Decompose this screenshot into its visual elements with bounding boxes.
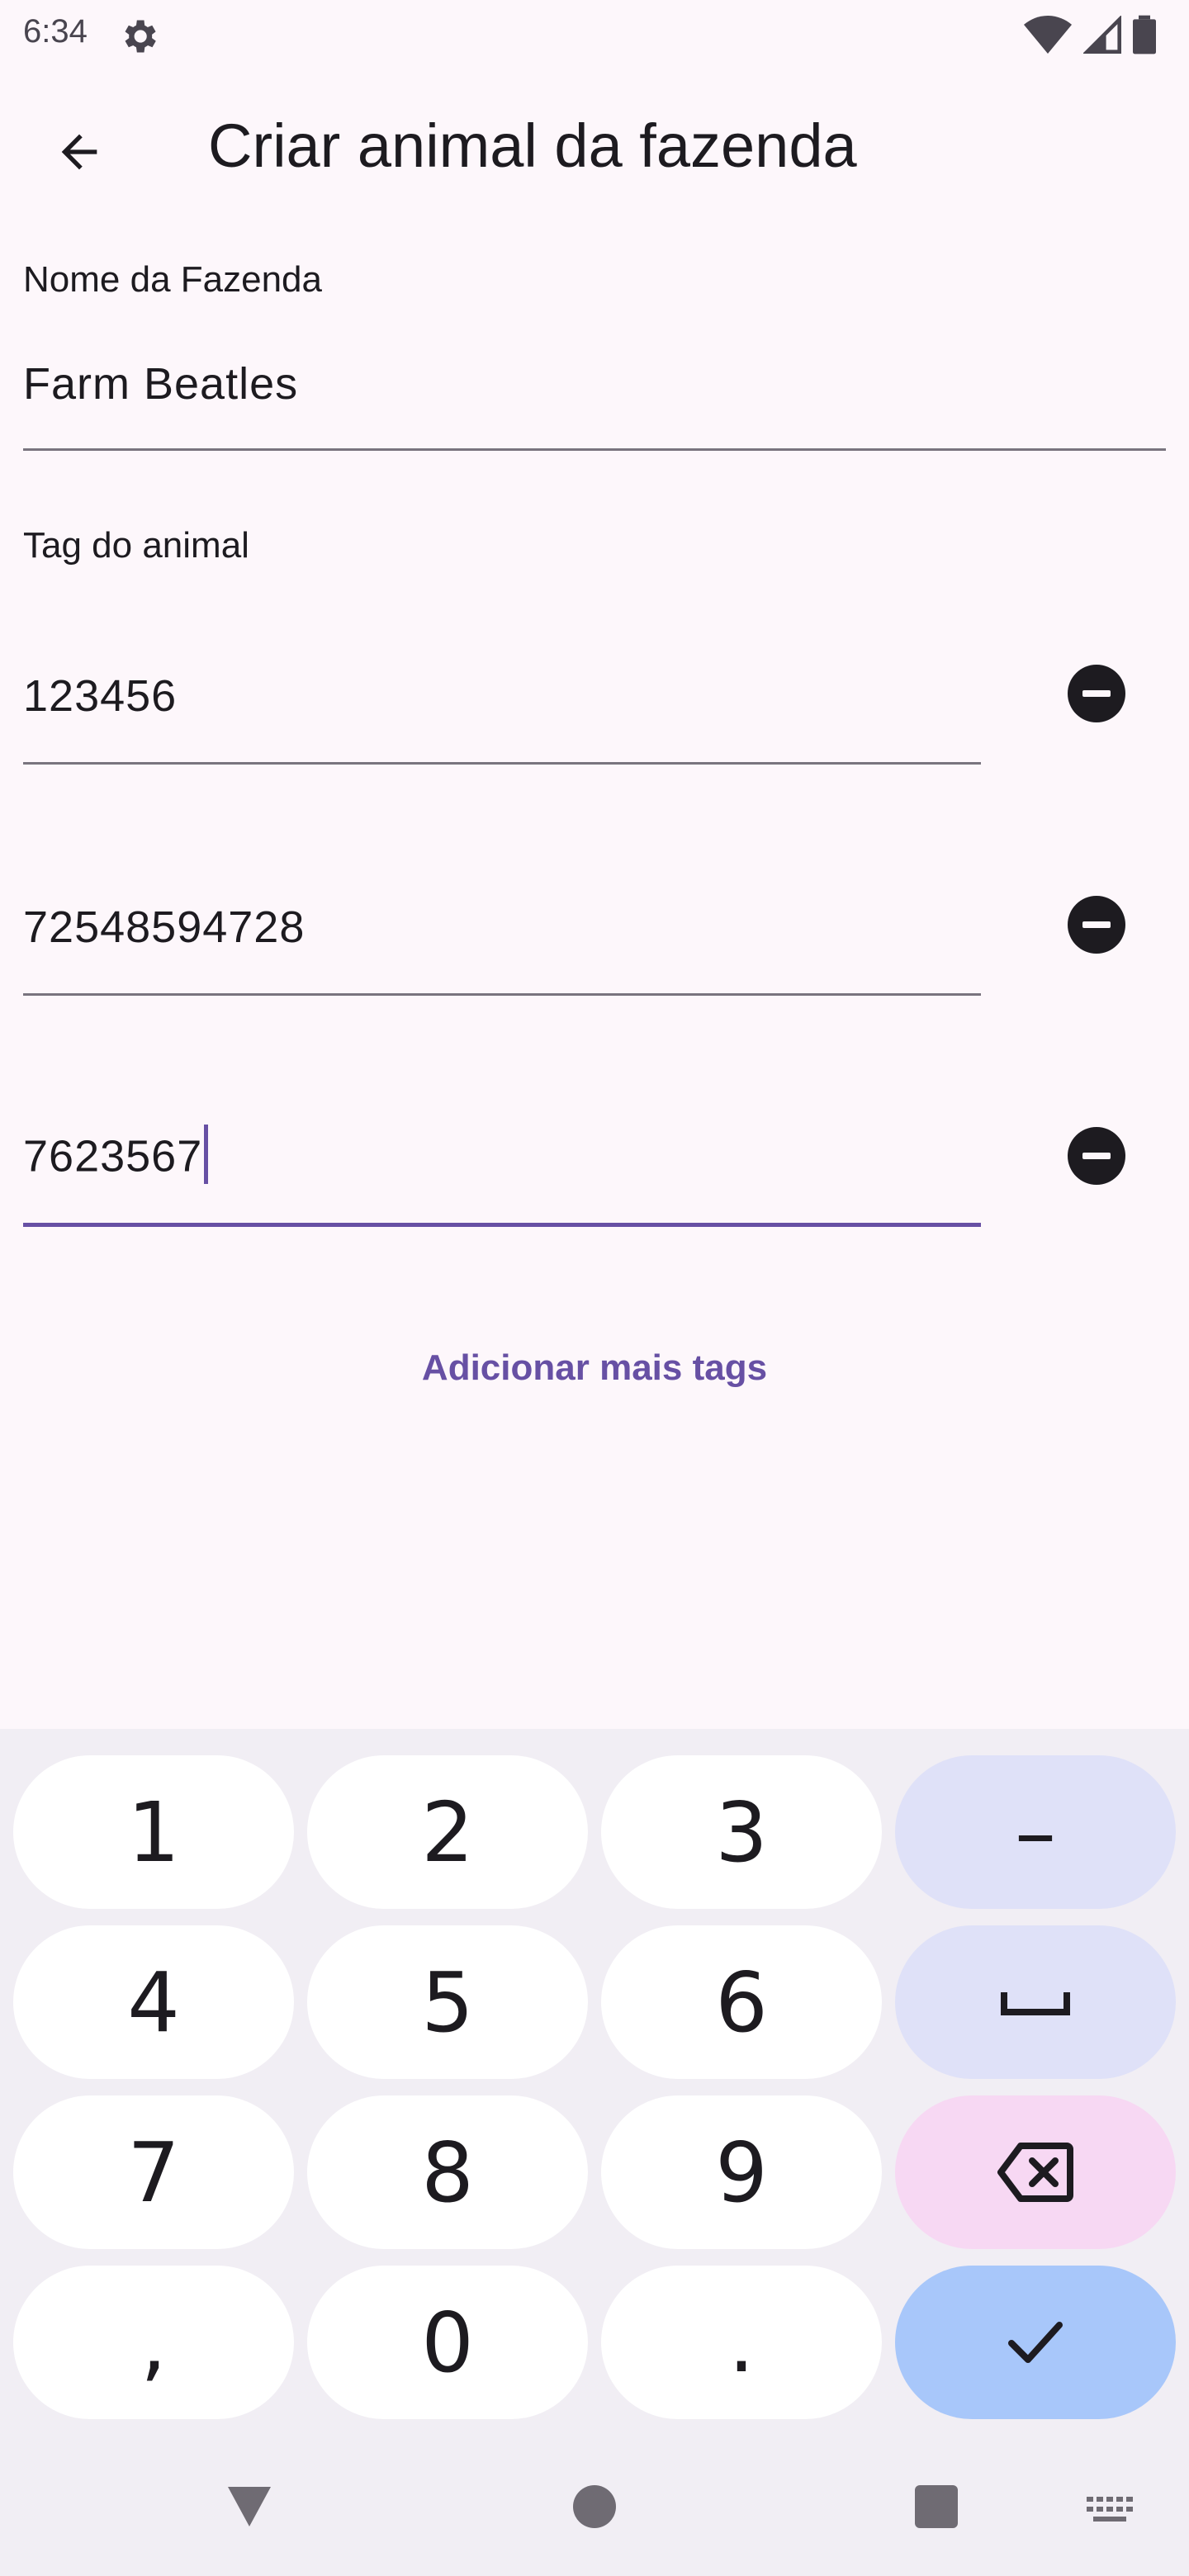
animal-tag-label: Tag do animal — [23, 525, 249, 566]
remove-circle-icon — [1068, 665, 1125, 722]
key-dash[interactable]: – — [895, 1755, 1176, 1909]
key-2[interactable]: 2 — [307, 1755, 588, 1909]
status-bar: 6:34 — [0, 0, 1189, 69]
tag-field-2[interactable]: 72548594728 — [23, 875, 981, 996]
nav-recents-icon[interactable] — [915, 2485, 958, 2528]
keyboard-switch-icon[interactable] — [1087, 2497, 1133, 2523]
space-icon — [1001, 1992, 1070, 2015]
nav-home-icon[interactable] — [573, 2485, 616, 2528]
key-space[interactable] — [895, 1925, 1176, 2079]
key-5[interactable]: 5 — [307, 1925, 588, 2079]
settings-gear-icon — [125, 20, 156, 53]
add-more-tags-button[interactable]: Adicionar mais tags — [0, 1347, 1189, 1389]
remove-circle-icon — [1068, 1127, 1125, 1185]
key-done[interactable] — [895, 2266, 1176, 2419]
key-1[interactable]: 1 — [13, 1755, 294, 1909]
tag-field-1[interactable]: 123456 — [23, 644, 981, 765]
farm-name-value: Farm Beatles — [23, 359, 299, 409]
farm-name-label: Nome da Fazenda — [23, 259, 322, 300]
backspace-icon — [997, 2143, 1073, 2202]
key-7[interactable]: 7 — [13, 2095, 294, 2249]
remove-tag-1-button[interactable] — [1057, 654, 1136, 733]
key-comma[interactable]: , — [13, 2266, 294, 2419]
navigation-bar — [0, 2444, 1189, 2576]
remove-circle-icon — [1068, 896, 1125, 954]
key-9[interactable]: 9 — [601, 2095, 882, 2249]
key-6[interactable]: 6 — [601, 1925, 882, 2079]
battery-icon — [1133, 15, 1156, 54]
key-backspace[interactable] — [895, 2095, 1176, 2249]
text-cursor — [204, 1125, 209, 1184]
status-icons — [1024, 15, 1156, 54]
wifi-icon — [1024, 16, 1072, 54]
key-3[interactable]: 3 — [601, 1755, 882, 1909]
key-8[interactable]: 8 — [307, 2095, 588, 2249]
tag-value-2: 72548594728 — [23, 902, 306, 952]
farm-name-field[interactable]: Farm Beatles — [23, 330, 1166, 451]
key-period[interactable]: . — [601, 2266, 882, 2419]
tag-value-3: 7623567 — [23, 1131, 203, 1181]
cell-signal-icon — [1083, 16, 1121, 54]
key-4[interactable]: 4 — [13, 1925, 294, 2079]
arrow-back-icon — [61, 134, 97, 170]
app-bar: Criar animal da fazenda — [0, 79, 1189, 220]
tag-field-3[interactable]: 7623567 — [23, 1106, 981, 1227]
status-time: 6:34 — [23, 13, 88, 50]
remove-tag-3-button[interactable] — [1057, 1116, 1136, 1196]
back-button[interactable] — [40, 112, 119, 192]
check-icon — [1008, 2322, 1063, 2363]
tag-value-1: 123456 — [23, 671, 178, 721]
remove-tag-2-button[interactable] — [1057, 885, 1136, 964]
nav-back-triangle-icon[interactable] — [225, 2484, 274, 2530]
page-title: Criar animal da fazenda — [208, 111, 857, 180]
key-0[interactable]: 0 — [307, 2266, 588, 2419]
